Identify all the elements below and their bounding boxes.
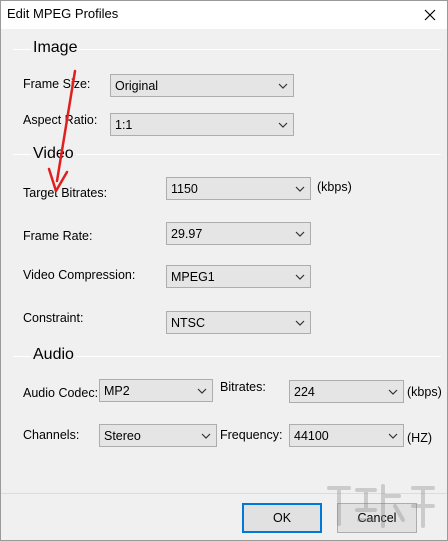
channels-value: Stereo [104,429,141,443]
frame-rate-label: Frame Rate: [23,229,93,243]
audio-section-divider [13,356,441,357]
chevron-down-icon [388,433,398,439]
edit-mpeg-profiles-dialog: Edit MPEG Profiles Image Frame Size: Ori… [0,0,448,541]
chevron-down-icon [295,231,305,237]
constraint-label: Constraint: [23,311,84,325]
bitrates-unit: (kbps) [407,385,442,399]
audio-codec-value: MP2 [104,384,130,398]
target-bitrates-unit: (kbps) [317,180,352,194]
ok-button[interactable]: OK [242,503,322,533]
chevron-down-icon [295,274,305,280]
target-bitrates-select[interactable]: 1150 [166,177,311,200]
video-compression-label: Video Compression: [23,268,136,282]
channels-select[interactable]: Stereo [99,424,217,447]
aspect-ratio-value: 1:1 [115,118,133,132]
video-compression-select[interactable]: MPEG1 [166,265,311,288]
frequency-unit: (HZ) [407,431,432,445]
aspect-ratio-select[interactable]: 1:1 [110,113,294,136]
chevron-down-icon [197,388,207,394]
frame-size-select[interactable]: Original [110,74,294,97]
close-icon [424,9,436,21]
chevron-down-icon [201,433,211,439]
bitrates-select[interactable]: 224 [289,380,404,403]
audio-codec-label: Audio Codec: [23,386,99,400]
audio-section-title: Audio [31,346,76,364]
dialog-content: Image Frame Size: Original Aspect Ratio:… [1,29,447,493]
frame-rate-value: 29.97 [171,227,203,241]
constraint-value: NTSC [171,316,206,330]
video-compression-value: MPEG1 [171,270,215,284]
window-title: Edit MPEG Profiles [7,6,119,21]
frequency-label: Frequency: [220,428,283,442]
frame-size-value: Original [115,79,159,93]
chevron-down-icon [388,389,398,395]
frame-rate-select[interactable]: 29.97 [166,222,311,245]
chevron-down-icon [278,83,288,89]
target-bitrates-value: 1150 [171,182,198,196]
chevron-down-icon [295,320,305,326]
image-section-title: Image [31,39,80,57]
close-button[interactable] [419,5,441,25]
frequency-value: 44100 [294,429,329,443]
bitrates-label: Bitrates: [220,380,266,394]
chevron-down-icon [295,186,305,192]
bitrates-value: 224 [294,385,315,399]
title-bar: Edit MPEG Profiles [1,1,447,29]
audio-codec-select[interactable]: MP2 [99,379,213,402]
watermark-logo-icon [327,484,435,528]
channels-label: Channels: [23,428,80,442]
frequency-select[interactable]: 44100 [289,424,404,447]
annotation-arrow-icon [47,69,77,193]
constraint-select[interactable]: NTSC [166,311,311,334]
chevron-down-icon [278,122,288,128]
ok-button-label: OK [272,511,292,525]
